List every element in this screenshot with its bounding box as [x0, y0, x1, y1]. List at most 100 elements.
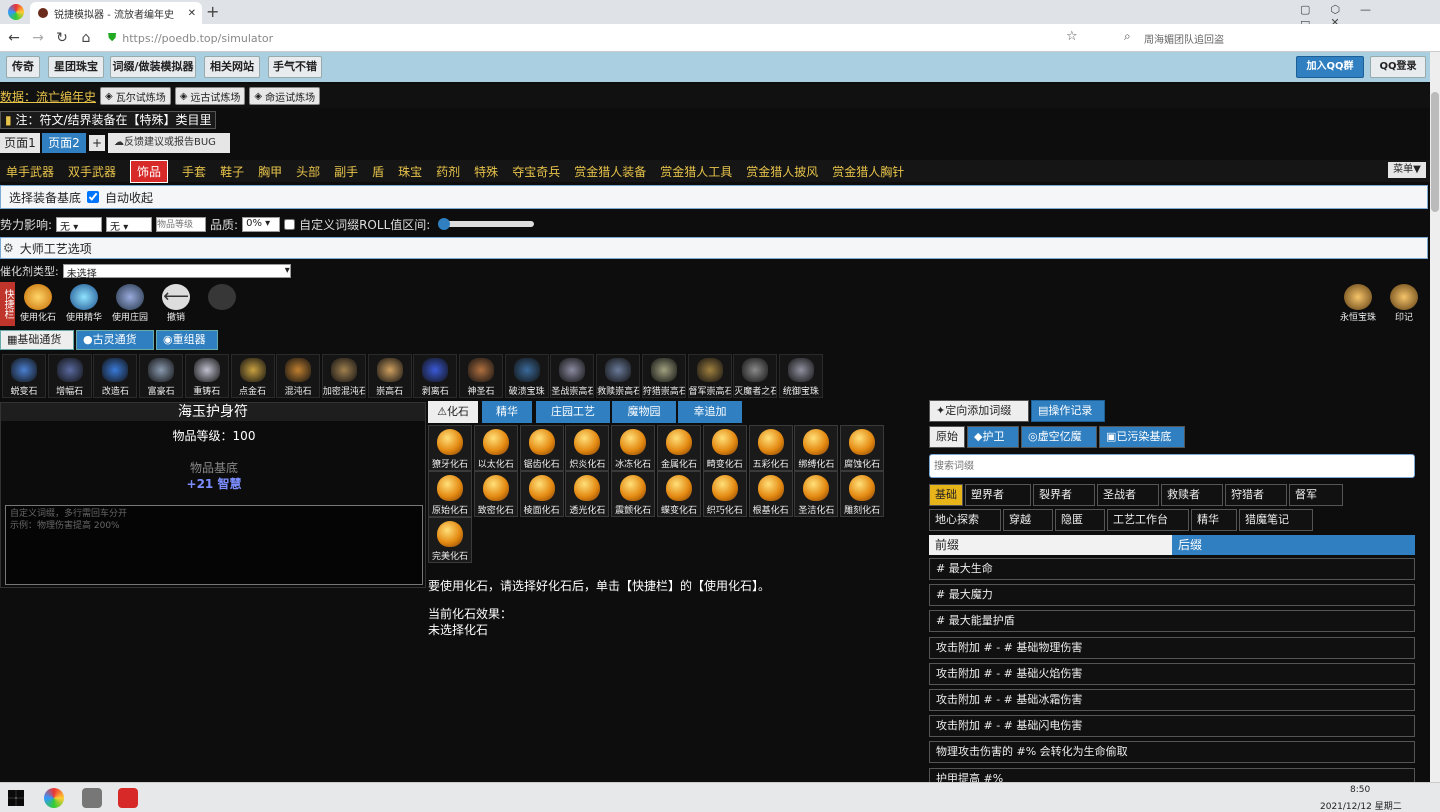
influence-select-1[interactable]: 无 ▾ [56, 216, 103, 233]
filter-2[interactable]: 裂界者 [1033, 484, 1095, 506]
currency-7[interactable]: 加密混沌石 [321, 354, 366, 398]
scrollbar-thumb[interactable] [1431, 92, 1439, 212]
fossil-18[interactable]: 圣洁化石 [794, 471, 839, 517]
page-tab-1[interactable]: 页面1 [0, 133, 40, 153]
currency-11[interactable]: 破溃宝珠 [504, 354, 549, 398]
fossil-14[interactable]: 震颤化石 [611, 471, 656, 517]
address-bar[interactable]: ⛊ https://poedb.top/simulator [108, 28, 968, 48]
slider-handle[interactable] [438, 218, 451, 230]
subtab-original[interactable]: 原始 [929, 426, 965, 448]
currency-6[interactable]: 混沌石 [276, 354, 321, 398]
nav-legend[interactable]: 传奇 [6, 56, 40, 78]
fossil-19[interactable]: 雕刻化石 [840, 471, 885, 517]
currency-1[interactable]: 增幅石 [47, 354, 92, 398]
filter-row2-2[interactable]: 隐匿 [1055, 509, 1105, 531]
fossil-10[interactable]: 原始化石 [428, 471, 472, 517]
filter-0[interactable]: 基础 [929, 484, 963, 506]
currency-4[interactable]: 重铸石 [184, 354, 229, 398]
cat-head[interactable]: 头部 [296, 163, 320, 180]
catalyst-select[interactable]: 未选择 ▾ [62, 264, 291, 280]
filter-3[interactable]: 圣战者 [1097, 484, 1159, 506]
currency-9[interactable]: 剥离石 [413, 354, 458, 398]
affix-row[interactable]: 攻击附加 # - # 基础物理伤害 [929, 636, 1415, 659]
trial-ancient-button[interactable]: ◈ 远古试炼场 [174, 87, 246, 105]
redo-button[interactable] [200, 282, 244, 326]
filter-row2-1[interactable]: 穿越 [1003, 509, 1053, 531]
app2-taskbar-icon[interactable] [118, 788, 138, 808]
tab-basic-currency[interactable]: ▦基础通货 [0, 330, 74, 350]
custom-affix-textarea[interactable]: 自定义词缀，多行需回车分开 示例：物理伤害提高 200% [5, 505, 423, 585]
use-manor-button[interactable]: 使用庄园 [108, 282, 152, 326]
fossil-4[interactable]: 冰冻化石 [611, 425, 656, 471]
currency-8[interactable]: 崇高石 [367, 354, 412, 398]
fossil-0[interactable]: 獠牙化石 [428, 425, 472, 471]
search-icon[interactable]: ⌕ [1124, 29, 1131, 44]
currency-15[interactable]: 督军崇高石 [687, 354, 732, 398]
tab-bestiary[interactable]: 魔物园 [612, 401, 676, 423]
filter-4[interactable]: 救赎者 [1161, 484, 1223, 506]
auto-collapse-checkbox[interactable] [87, 191, 100, 203]
subtab-corrupted-base[interactable]: ▣已污染基底 [1099, 426, 1185, 448]
add-page-button[interactable]: + [89, 135, 105, 151]
affix-row[interactable]: 攻击附加 # - # 基础冰霜伤害 [929, 689, 1415, 711]
influence-select-2[interactable]: 无 ▾ [106, 216, 153, 233]
currency-17[interactable]: 统御宝珠 [778, 354, 823, 398]
tab-manor-craft[interactable]: 庄园工艺 [536, 401, 610, 423]
cat-offhand[interactable]: 副手 [334, 163, 358, 180]
fossil-11[interactable]: 致密化石 [473, 471, 518, 517]
master-craft-bar[interactable]: ⚙ 大师工艺选项 [0, 237, 1428, 259]
fossil-2[interactable]: 锯齿化石 [519, 425, 564, 471]
search-hint[interactable]: 周海媚团队追回盗 [1144, 31, 1224, 46]
fossil-17[interactable]: 根基化石 [748, 471, 793, 517]
browser-tab[interactable]: 锐捷模拟器 - 流放者编年史 ✕ [30, 2, 202, 24]
tab-operation-log[interactable]: ▤操作记录 [1031, 400, 1105, 422]
page-scrollbar[interactable] [1430, 52, 1440, 782]
browser-taskbar-icon[interactable] [44, 788, 64, 808]
menu-button[interactable]: 菜单▼ [1388, 162, 1426, 178]
cat-boots[interactable]: 鞋子 [220, 163, 244, 180]
currency-12[interactable]: 圣战崇高石 [550, 354, 595, 398]
fossil-9[interactable]: 腐蚀化石 [840, 425, 885, 471]
cat-jewel[interactable]: 珠宝 [398, 163, 422, 180]
affix-row[interactable]: 攻击附加 # - # 基础火焰伤害 [929, 662, 1415, 685]
prefix-header[interactable]: 前缀 [929, 535, 1172, 555]
cat-heist[interactable]: 夺宝奇兵 [512, 163, 560, 180]
imprint-button[interactable]: 印记 [1382, 282, 1426, 326]
undo-button[interactable]: ⟵ 撤销 [154, 282, 198, 326]
new-tab-button[interactable]: + [206, 2, 219, 21]
cat-two-hand[interactable]: 双手武器 [68, 163, 116, 180]
currency-16[interactable]: 灭魔者之石 [733, 354, 778, 398]
eternal-orb-button[interactable]: 永恒宝珠 [1336, 282, 1380, 326]
cat-heist-tool[interactable]: 赏金猎人工具 [660, 163, 732, 180]
affix-search-input[interactable] [929, 454, 1415, 478]
fossil-1[interactable]: 以太化石 [473, 425, 518, 471]
cat-gloves[interactable]: 手套 [182, 163, 206, 180]
affix-row[interactable]: # 最大生命 [929, 558, 1415, 580]
fossil-7[interactable]: 五彩化石 [748, 425, 793, 471]
cat-flask[interactable]: 药剂 [436, 163, 460, 180]
report-bug-button[interactable]: ☁反馈建议或报告BUG [108, 133, 230, 153]
cat-heist-brooch[interactable]: 赏金猎人胸针 [832, 163, 904, 180]
fossil-8[interactable]: 绑缚化石 [794, 425, 839, 471]
home-icon[interactable]: ⌂ [76, 28, 96, 48]
affix-row[interactable]: 物理攻击伤害的 #% 会转化为生命偷取 [929, 741, 1415, 764]
filter-row2-3[interactable]: 工艺工作台 [1107, 509, 1189, 531]
quality-select[interactable]: 0% ▾ [242, 216, 281, 232]
filter-row2-5[interactable]: 猎魔笔记 [1239, 509, 1313, 531]
fossil-6[interactable]: 畸变化石 [702, 425, 747, 471]
use-essence-button[interactable]: 使用精华 [62, 282, 106, 326]
data-source-label[interactable]: 数据：流亡编年史 [0, 88, 96, 105]
affix-row[interactable]: # 最大能量护盾 [929, 610, 1415, 633]
subtab-void[interactable]: ◎虚空亿魔 [1021, 426, 1097, 448]
filter-6[interactable]: 督军 [1289, 484, 1343, 506]
page-tab-2[interactable]: 页面2 [42, 133, 86, 153]
fossil-15[interactable]: 蝶变化石 [657, 471, 701, 517]
trial-fate-button[interactable]: ◈ 命运试炼场 [249, 87, 321, 105]
cat-heist-gear[interactable]: 赏金猎人装备 [574, 163, 646, 180]
forward-icon[interactable]: → [28, 28, 48, 48]
currency-0[interactable]: 蜕变石 [2, 354, 46, 398]
fossil-5[interactable]: 金属化石 [657, 425, 701, 471]
roll-slider[interactable] [438, 218, 535, 230]
suffix-header[interactable]: 后缀 [1172, 535, 1415, 555]
cat-accessories[interactable]: 饰品 [130, 159, 169, 183]
